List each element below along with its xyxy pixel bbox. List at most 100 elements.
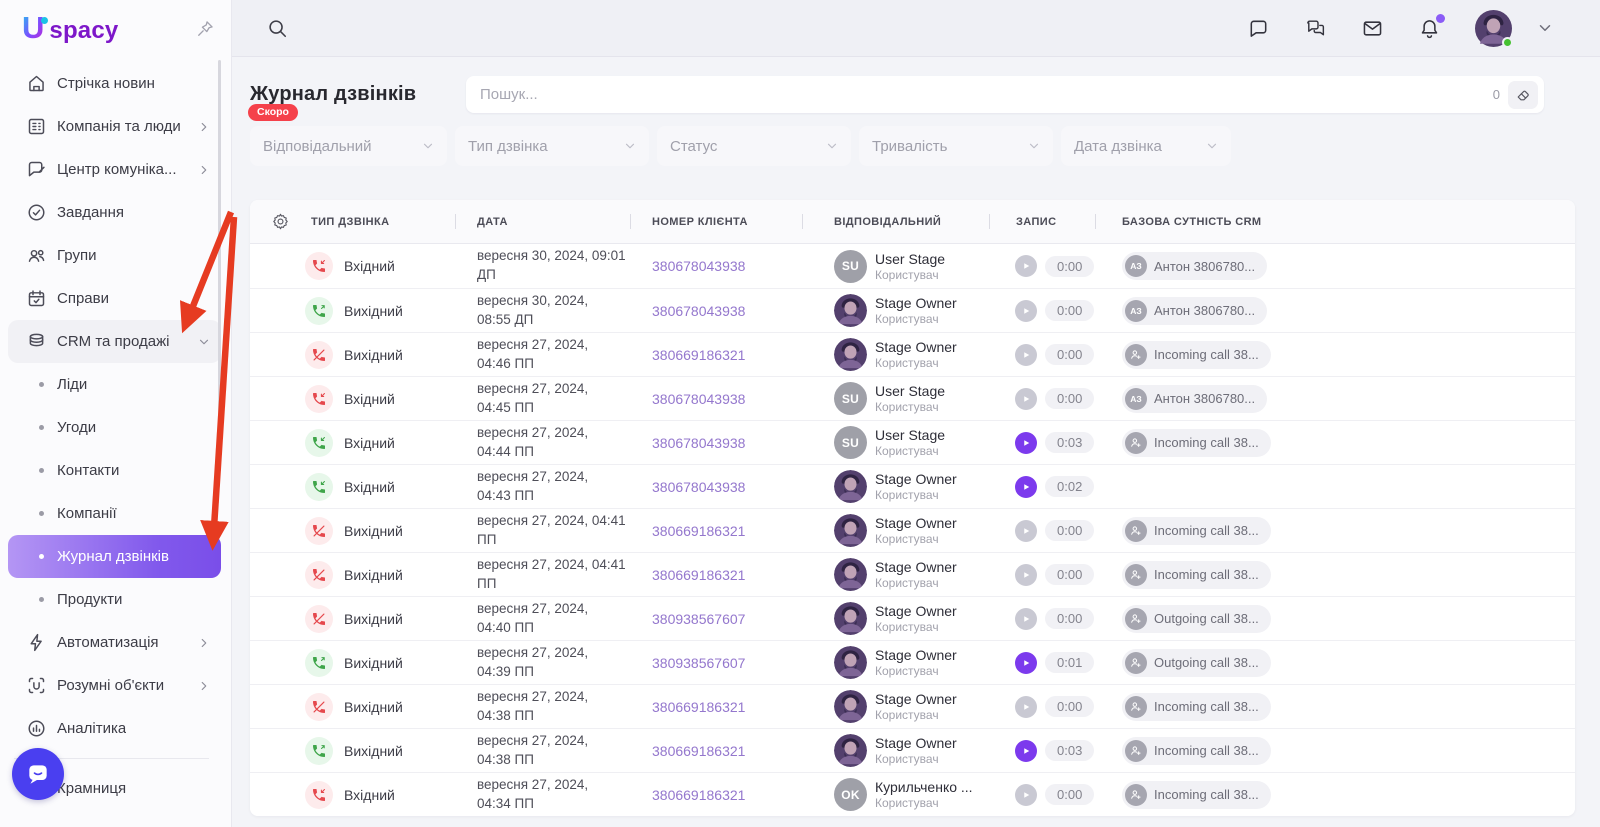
crm-icon (26, 331, 47, 352)
client-phone-link[interactable]: 380669186321 (652, 523, 745, 539)
crm-entity-chip[interactable]: Incoming call 38... (1122, 737, 1271, 765)
table-row[interactable]: Вихіднийвересня 27, 2024, 04:46 ПП380669… (250, 332, 1575, 376)
table-settings-gear-icon[interactable] (271, 212, 290, 231)
sidebar-item-deals[interactable]: Угоди (8, 406, 221, 449)
sidebar-scrollbar[interactable] (218, 60, 221, 460)
filter-call-type[interactable]: Тип дзвінка (455, 126, 649, 166)
sidebar-item-company-people[interactable]: Компанія та люди (8, 105, 221, 148)
play-button[interactable] (1015, 608, 1037, 630)
cell-crm-entity: Incoming call 38... (1095, 553, 1575, 596)
play-button[interactable] (1015, 300, 1037, 322)
sidebar-item-leads[interactable]: Ліди (8, 363, 221, 406)
crm-entity-chip[interactable]: Incoming call 38... (1122, 429, 1271, 457)
search-input[interactable] (480, 86, 1485, 103)
table-row[interactable]: Вихіднийвересня 27, 2024, 04:38 ПП380669… (250, 728, 1575, 772)
crm-entity-chip[interactable]: Outgoing call 38... (1122, 605, 1271, 633)
sidebar-item-contacts[interactable]: Контакти (8, 449, 221, 492)
table-row[interactable]: Вхіднийвересня 30, 2024, 09:01 ДП3806780… (250, 244, 1575, 288)
cell-record: 0:00 (989, 244, 1095, 288)
play-button[interactable] (1015, 784, 1037, 806)
column-header-label: НОМЕР КЛІЄНТА (652, 216, 748, 228)
client-phone-link[interactable]: 380669186321 (652, 347, 745, 363)
filter-call-date[interactable]: Дата дзвінка (1061, 126, 1231, 166)
filter-status[interactable]: Статус (657, 126, 851, 166)
table-row[interactable]: Вхіднийвересня 27, 2024, 04:34 ПП3806691… (250, 772, 1575, 816)
client-phone-link[interactable]: 380678043938 (652, 479, 745, 495)
client-phone-link[interactable]: 380669186321 (652, 743, 745, 759)
client-phone-link[interactable]: 380678043938 (652, 435, 745, 451)
play-button[interactable] (1015, 388, 1037, 410)
topbar (232, 0, 1600, 57)
crm-entity-chip[interactable]: Incoming call 38... (1122, 341, 1271, 369)
clear-filters-button[interactable] (1508, 81, 1538, 109)
table-row[interactable]: Вхіднийвересня 27, 2024, 04:43 ПП3806780… (250, 464, 1575, 508)
client-phone-link[interactable]: 380678043938 (652, 391, 745, 407)
play-button[interactable] (1015, 652, 1037, 674)
sidebar-item-smart-objects[interactable]: Розумні об'єкти (8, 664, 221, 707)
play-button[interactable] (1015, 520, 1037, 542)
table-row[interactable]: Вихіднийвересня 27, 2024, 04:41 ПП380669… (250, 508, 1575, 552)
sidebar-item-companies[interactable]: Компанії (8, 492, 221, 535)
sidebar-item-products[interactable]: Продукти (8, 578, 221, 621)
sidebar-item-label: Крамниця (57, 780, 126, 797)
sidebar-item-tasks[interactable]: Завдання (8, 191, 221, 234)
call-log-table: ТИП ДЗВІНКАДАТАНОМЕР КЛІЄНТАВІДПОВІДАЛЬН… (250, 200, 1575, 816)
group-chat-icon[interactable] (1304, 17, 1327, 40)
table-row[interactable]: Вихіднийвересня 27, 2024, 04:39 ПП380938… (250, 640, 1575, 684)
call-type-label: Вихідний (344, 567, 403, 583)
client-phone-link[interactable]: 380938567607 (652, 611, 745, 627)
table-row[interactable]: Вхіднийвересня 27, 2024, 04:45 ПП3806780… (250, 376, 1575, 420)
sidebar-item-news-feed[interactable]: Стрічка новин (8, 62, 221, 105)
record-duration: 0:00 (1045, 564, 1094, 585)
column-header-responsible: ВІДПОВІДАЛЬНИЙ (802, 200, 989, 243)
global-search-icon[interactable] (266, 17, 288, 39)
table-row[interactable]: Вхіднийвересня 27, 2024, 04:44 ПП3806780… (250, 420, 1575, 464)
client-phone-link[interactable]: 380938567607 (652, 655, 745, 671)
client-phone-link[interactable]: 380669186321 (652, 567, 745, 583)
user-avatar[interactable] (1475, 10, 1512, 47)
filter-duration[interactable]: Тривалість (859, 126, 1053, 166)
support-chat-widget[interactable] (12, 748, 64, 800)
table-row[interactable]: Вихіднийвересня 27, 2024, 04:41 ПП380669… (250, 552, 1575, 596)
client-phone-link[interactable]: 380678043938 (652, 303, 745, 319)
crm-entity-chip[interactable]: АЗАнтон 3806780... (1122, 297, 1267, 325)
play-button[interactable] (1015, 564, 1037, 586)
sidebar-item-automation[interactable]: Автоматизація (8, 621, 221, 664)
uspacy-logo[interactable]: U spacy (22, 12, 118, 45)
play-button[interactable] (1015, 344, 1037, 366)
crm-entity-chip[interactable]: Outgoing call 38... (1122, 649, 1271, 677)
bell-icon[interactable] (1418, 17, 1441, 40)
table-row[interactable]: Вихіднийвересня 27, 2024, 04:40 ПП380938… (250, 596, 1575, 640)
play-button[interactable] (1015, 476, 1037, 498)
sidebar-item-crm-sales[interactable]: CRM та продажі (8, 320, 221, 363)
sidebar-item-activities[interactable]: Справи (8, 277, 221, 320)
client-phone-link[interactable]: 380669186321 (652, 699, 745, 715)
sidebar-item-analytics[interactable]: Аналітика (8, 707, 221, 750)
client-phone-link[interactable]: 380678043938 (652, 258, 745, 274)
crm-entity-chip[interactable]: Incoming call 38... (1122, 561, 1271, 589)
sidebar-item-groups[interactable]: Групи (8, 234, 221, 277)
responsible-name: Stage Owner (875, 339, 957, 355)
crm-entity-label: Антон 3806780... (1154, 391, 1255, 406)
play-button[interactable] (1015, 740, 1037, 762)
profile-chevron-down-icon[interactable] (1536, 19, 1554, 37)
sidebar-item-label: Ліди (57, 376, 87, 393)
client-phone-link[interactable]: 380669186321 (652, 787, 745, 803)
chat-icon[interactable] (1247, 17, 1270, 40)
responsible-role: Користувач (875, 708, 957, 722)
crm-entity-chip[interactable]: Incoming call 38... (1122, 517, 1271, 545)
crm-entity-chip[interactable]: АЗАнтон 3806780... (1122, 252, 1267, 280)
crm-entity-chip[interactable]: Incoming call 38... (1122, 781, 1271, 809)
filter-responsible[interactable]: Відповідальний (250, 126, 447, 166)
crm-entity-chip[interactable]: Incoming call 38... (1122, 693, 1271, 721)
table-row[interactable]: Вихіднийвересня 27, 2024, 04:38 ПП380669… (250, 684, 1575, 728)
play-button[interactable] (1015, 432, 1037, 454)
crm-entity-chip[interactable]: АЗАнтон 3806780... (1122, 385, 1267, 413)
play-button[interactable] (1015, 696, 1037, 718)
mail-icon[interactable] (1361, 17, 1384, 40)
play-button[interactable] (1015, 255, 1037, 277)
sidebar-item-call-log[interactable]: Журнал дзвінків (8, 535, 221, 578)
sidebar-item-communications[interactable]: Центр комуніка... (8, 148, 221, 191)
table-row[interactable]: Вихіднийвересня 30, 2024, 08:55 ДП380678… (250, 288, 1575, 332)
pin-icon[interactable] (195, 19, 215, 39)
